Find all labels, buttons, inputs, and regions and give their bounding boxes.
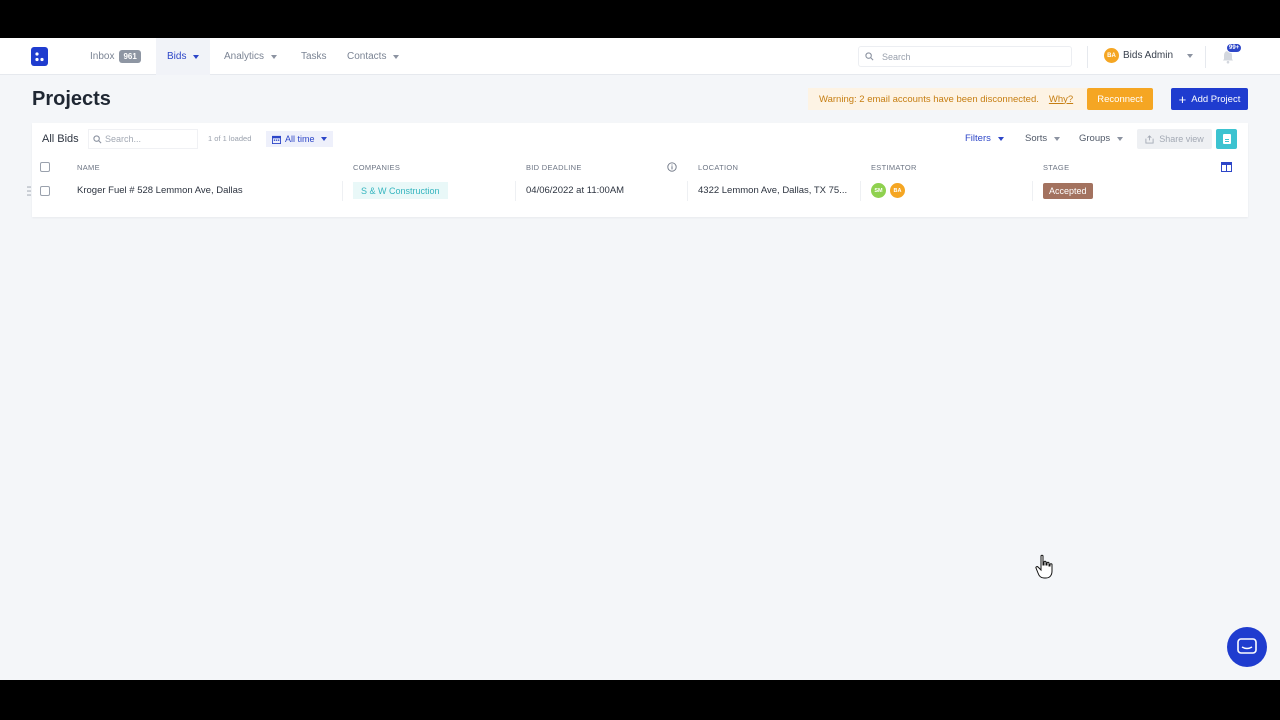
hand-cursor-icon	[1034, 554, 1056, 580]
plus-icon: +	[1179, 93, 1187, 106]
top-navbar: Inbox 961 Bids Analytics Tasks Contacts …	[0, 38, 1280, 75]
loaded-count: 1 of 1 loaded	[208, 134, 251, 143]
inbox-count-badge: 961	[119, 50, 140, 63]
chat-button[interactable]	[1227, 627, 1267, 667]
chevron-down-icon	[321, 137, 327, 141]
nav-tasks-label: Tasks	[301, 51, 327, 62]
column-header-estimator[interactable]: ESTIMATOR	[871, 163, 917, 172]
divider	[1087, 46, 1088, 68]
table-search-input[interactable]: Search...	[88, 129, 198, 149]
groups-label: Groups	[1079, 133, 1110, 144]
chevron-down-icon	[1187, 54, 1193, 58]
column-header-name[interactable]: NAME	[77, 163, 100, 172]
column-divider	[687, 181, 688, 201]
logo-icon[interactable]	[31, 47, 48, 66]
stage-badge[interactable]: Accepted	[1043, 183, 1093, 199]
export-button[interactable]	[1216, 129, 1237, 149]
why-link[interactable]: Why?	[1049, 94, 1073, 105]
column-divider	[860, 181, 861, 201]
chat-icon	[1237, 638, 1257, 656]
app-window: Inbox 961 Bids Analytics Tasks Contacts …	[0, 38, 1280, 680]
column-divider	[1032, 181, 1033, 201]
drag-handle-icon[interactable]	[27, 185, 31, 197]
info-icon[interactable]	[667, 162, 677, 172]
column-divider	[515, 181, 516, 201]
select-all-checkbox[interactable]	[40, 162, 50, 172]
divider	[1205, 46, 1206, 68]
cell-name[interactable]: Kroger Fuel # 528 Lemmon Ave, Dallas	[77, 185, 243, 196]
column-header-stage[interactable]: STAGE	[1043, 163, 1069, 172]
cell-location[interactable]: 4322 Lemmon Ave, Dallas, TX 75...	[698, 185, 847, 196]
nav-contacts[interactable]: Contacts	[347, 38, 399, 75]
chevron-down-icon	[393, 55, 399, 59]
nav-bids-label: Bids	[167, 51, 186, 62]
estimator-avatar[interactable]: BA	[890, 183, 905, 198]
table-search-placeholder: Search...	[105, 134, 141, 144]
reconnect-button[interactable]: Reconnect	[1087, 88, 1153, 110]
user-name: Bids Admin	[1123, 50, 1173, 61]
chevron-down-icon	[193, 55, 199, 59]
chevron-down-icon	[1117, 137, 1123, 141]
table-header-row: NAME COMPANIES BID DEADLINE LOCATION EST…	[32, 155, 1248, 179]
search-icon	[93, 135, 102, 144]
chevron-down-icon	[271, 55, 277, 59]
search-icon	[865, 52, 874, 61]
share-icon	[1145, 135, 1154, 144]
calendar-icon	[272, 135, 281, 144]
sorts-button[interactable]: Sorts	[1025, 133, 1060, 144]
bids-table-card: All Bids Search... 1 of 1 loaded All tim…	[32, 123, 1248, 217]
table-toolbar: All Bids Search... 1 of 1 loaded All tim…	[32, 123, 1248, 155]
time-filter-dropdown[interactable]: All time	[266, 131, 333, 147]
column-header-bid-deadline[interactable]: BID DEADLINE	[526, 163, 582, 172]
share-view-label: Share view	[1159, 134, 1204, 144]
nav-contacts-label: Contacts	[347, 51, 386, 62]
nav-analytics[interactable]: Analytics	[224, 38, 277, 75]
column-header-location[interactable]: LOCATION	[698, 163, 738, 172]
sorts-label: Sorts	[1025, 133, 1047, 144]
table-row[interactable]: Kroger Fuel # 528 Lemmon Ave, Dallas S &…	[32, 179, 1248, 203]
page-title: Projects	[32, 88, 111, 111]
columns-icon[interactable]	[1221, 162, 1232, 172]
row-checkbox[interactable]	[40, 186, 50, 196]
column-divider	[342, 181, 343, 201]
estimator-avatar[interactable]: SM	[871, 183, 886, 198]
letterbox-bottom	[0, 680, 1280, 720]
view-title: All Bids	[42, 133, 79, 145]
avatar: BA	[1104, 48, 1119, 63]
share-view-button[interactable]: Share view	[1137, 129, 1212, 149]
add-project-label: Add Project	[1191, 94, 1240, 105]
global-search-placeholder: Search	[882, 52, 911, 62]
groups-button[interactable]: Groups	[1079, 133, 1123, 144]
column-header-companies[interactable]: COMPANIES	[353, 163, 400, 172]
nav-analytics-label: Analytics	[224, 51, 264, 62]
company-tag[interactable]: S & W Construction	[353, 182, 448, 199]
warning-banner: Warning: 2 email accounts have been disc…	[808, 88, 1087, 110]
nav-inbox[interactable]: Inbox 961	[90, 38, 141, 75]
document-icon	[1223, 134, 1231, 144]
filters-label: Filters	[965, 133, 991, 144]
add-project-button[interactable]: + Add Project	[1171, 88, 1248, 110]
user-menu[interactable]: BA Bids Admin	[1104, 48, 1193, 63]
notifications-badge: 99+	[1226, 43, 1242, 53]
global-search[interactable]: Search	[858, 46, 1072, 67]
filters-button[interactable]: Filters	[965, 133, 1004, 144]
nav-bids[interactable]: Bids	[156, 38, 210, 75]
chevron-down-icon	[998, 137, 1004, 141]
cell-bid-deadline[interactable]: 04/06/2022 at 11:00AM	[526, 185, 624, 196]
letterbox-top	[0, 0, 1280, 38]
time-filter-label: All time	[285, 134, 315, 144]
nav-inbox-label: Inbox	[90, 51, 114, 62]
warning-text: Warning: 2 email accounts have been disc…	[819, 94, 1039, 105]
nav-tasks[interactable]: Tasks	[301, 38, 327, 75]
chevron-down-icon	[1054, 137, 1060, 141]
